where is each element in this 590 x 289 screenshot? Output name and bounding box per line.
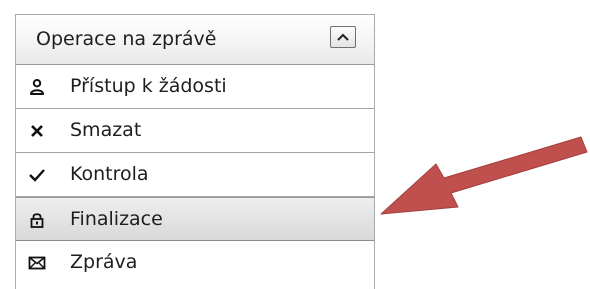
screenshot-stage: Operace na zprávě Přístup k žádosti Smaz… <box>0 0 590 289</box>
annotation-arrow-icon <box>380 136 588 215</box>
